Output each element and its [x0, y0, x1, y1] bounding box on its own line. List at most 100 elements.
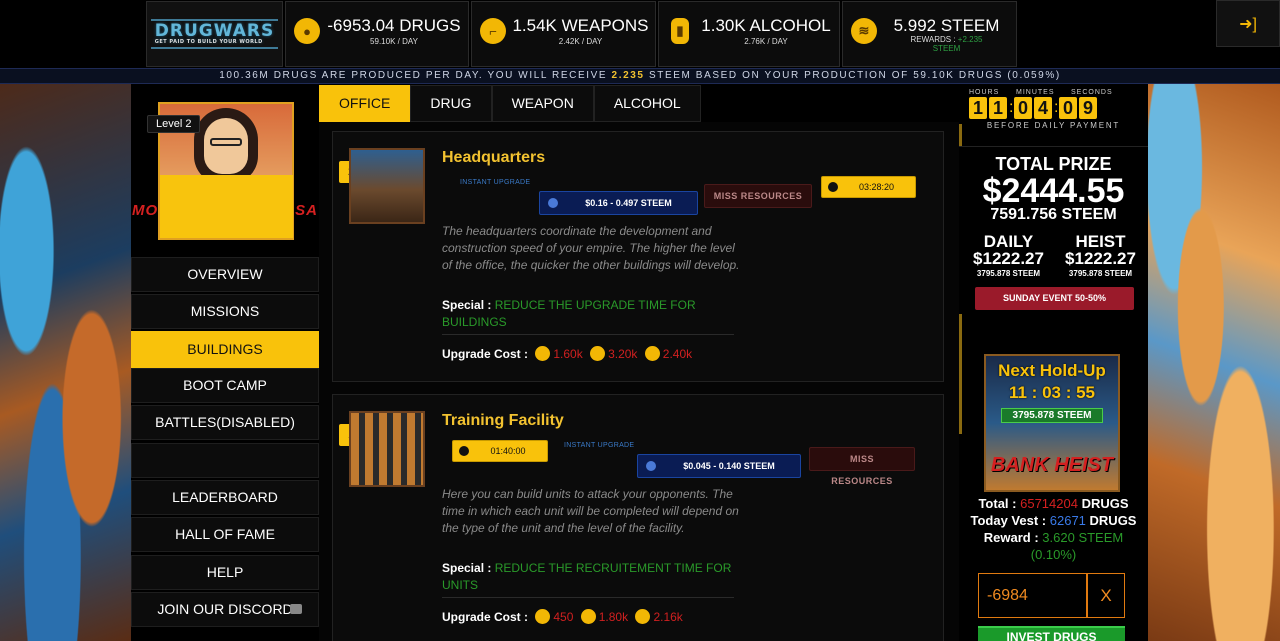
alcohol-icon: ▮ [671, 18, 689, 44]
building-card-training-facility: 1 Training Facility 01:40:00 INSTANT UPG… [332, 394, 944, 641]
alcohol-rate: 2.76K / DAY [744, 37, 788, 46]
divider [442, 597, 734, 598]
buildings-panel: 2 Headquarters INSTANT UPGRADE $0.16 - 0… [319, 122, 959, 641]
cost-weapons: 1.80k [598, 610, 629, 624]
cost-weapons: 3.20k [608, 347, 638, 361]
divider [442, 334, 734, 335]
nav-leaderboard[interactable]: LEADERBOARD [131, 480, 319, 515]
nav-battles[interactable]: BATTLES(DISABLED) [131, 405, 319, 440]
ticker-highlight: 2.235 [611, 70, 645, 81]
building-tabs: OFFICE DRUG WEAPON ALCOHOL [319, 85, 701, 122]
steem-resource: ≋ 5.992 STEEM REWARDS : +2.235 STEEM [842, 1, 1017, 67]
logout-button[interactable]: ➜] [1216, 0, 1280, 47]
invest-amount-input[interactable] [978, 573, 1087, 618]
seconds-label: SECONDS [1071, 89, 1113, 96]
reward-label: Reward : [983, 530, 1039, 545]
instant-upgrade-button[interactable]: $0.045 - 0.140 STEEM [637, 454, 801, 478]
upgrade-timer: 01:40:00 [490, 446, 526, 456]
nav-overview[interactable]: OVERVIEW [131, 257, 319, 292]
building-special: Special : REDUCE THE RECRUITEMENT TIME F… [442, 560, 742, 594]
building-title: Training Facility [442, 412, 564, 429]
nav-help[interactable]: HELP [131, 555, 319, 590]
daily-label: DAILY [983, 232, 1034, 251]
cost-drugs: 1.60k [553, 347, 583, 361]
weapons-amount: 1.54K WEAPONS [512, 16, 649, 35]
cost-drugs: 450 [553, 610, 574, 624]
today-vest-label: Today Vest : [970, 513, 1047, 528]
special-label: Special : [442, 298, 492, 312]
avatar-face [204, 118, 248, 174]
total-label: Total : [978, 496, 1017, 511]
daily-steem: 3795.878 STEEM [976, 269, 1041, 278]
bank-heist-label: BANK HEIST [990, 454, 1114, 476]
reward-value: 3.620 STEEM [1042, 530, 1124, 545]
weapons-icon: ⌐ [480, 18, 506, 44]
holdup-steem: 3795.878 STEEM [1001, 408, 1103, 423]
upgrade-cost: Upgrade Cost : 450 1.80k 2.16k [442, 609, 683, 624]
avatar-glasses [210, 138, 242, 146]
nav-join-discord[interactable]: JOIN OUR DISCORD [131, 592, 319, 627]
sidebar: MO SA Level 2 OVERVIEW MISSIONS BUILDING… [131, 84, 319, 641]
instant-upgrade-label: INSTANT UPGRADE [564, 442, 635, 449]
bank-heist-card[interactable]: Next Hold-Up 11 : 03 : 55 3795.878 STEEM… [984, 354, 1120, 492]
logout-icon: ➜] [1239, 15, 1257, 33]
player-name-left: MO [132, 202, 159, 219]
total-prize-steem: 7591.756 STEEM [990, 206, 1117, 223]
reward-percentage: (0.10%) [959, 546, 1148, 563]
tab-alcohol[interactable]: ALCOHOL [593, 85, 701, 122]
weapons-resource: ⌐ 1.54K WEAPONS 2.42K / DAY [471, 1, 656, 67]
special-label: Special : [442, 561, 492, 575]
miss-resources-button[interactable]: MISS RESOURCES [809, 447, 915, 486]
reward-stat: Reward : 3.620 STEEM [959, 529, 1148, 546]
logo[interactable]: DRUGWARS GET PAID TO BUILD YOUR WORLD [146, 1, 283, 67]
reward-pct: (0.10%) [1030, 547, 1077, 562]
total-prize-box: TOTAL PRIZE $2444.55 7591.756 STEEM DAIL… [959, 146, 1148, 314]
clock-icon [828, 182, 838, 192]
ticker-text-before: 100.36M DRUGS ARE PRODUCED PER DAY. YOU … [219, 70, 608, 81]
production-ticker: 100.36M DRUGS ARE PRODUCED PER DAY. YOU … [0, 68, 1280, 84]
alcohol-icon [644, 346, 660, 361]
drugs-rate: 59.10K / DAY [370, 37, 418, 46]
minutes-digit-1: 0 [1014, 97, 1032, 119]
logo-text: DRUGWARS [154, 21, 275, 41]
steem-rewards: REWARDS : +2.235 STEEM [883, 35, 1010, 53]
rewards-unit: STEEM [932, 44, 961, 53]
nav-blank[interactable] [131, 443, 319, 478]
total-value: 65714204 [1020, 496, 1078, 511]
rewards-label: REWARDS : [910, 35, 956, 44]
steem-icon: ≋ [851, 18, 877, 44]
holdup-countdown: 11 : 03 : 55 [1008, 383, 1095, 402]
instant-upgrade-button[interactable]: $0.16 - 0.497 STEEM [539, 191, 698, 215]
minutes-label: MINUTES [1016, 89, 1055, 96]
building-description: The headquarters coordinate the developm… [442, 224, 740, 272]
drugs-icon [535, 346, 551, 361]
rewards-value: +2.235 [957, 35, 983, 44]
building-card-headquarters: 2 Headquarters INSTANT UPGRADE $0.16 - 0… [332, 131, 944, 382]
drugs-resource: ● -6953.04 DRUGS 59.10K / DAY [285, 1, 469, 67]
right-panel: HOURS MINUTES SECONDS 1 1 : 0 4 : 0 9 BE… [959, 84, 1148, 641]
weapons-icon [580, 609, 596, 624]
training-facility-image [349, 411, 425, 487]
miss-resources-button[interactable]: MISS RESOURCES [704, 184, 812, 208]
upgrade-timer-button[interactable]: 01:40:00 [452, 440, 548, 462]
tab-drug[interactable]: DRUG [410, 85, 492, 122]
tab-weapon[interactable]: WEAPON [491, 85, 594, 122]
nav-hall-of-fame[interactable]: HALL OF FAME [131, 517, 319, 552]
background-art-right [1148, 84, 1280, 641]
building-description: Here you can build units to attack your … [442, 487, 739, 535]
total-unit: DRUGS [1081, 496, 1129, 511]
clear-invest-button[interactable]: X [1087, 573, 1125, 618]
seconds-digit-2: 9 [1079, 97, 1097, 119]
tab-office[interactable]: OFFICE [319, 85, 411, 122]
building-special: Special : REDUCE THE UPGRADE TIME FOR BU… [442, 297, 742, 331]
nav-join-discord-label: JOIN OUR DISCORD [157, 601, 293, 617]
nav-missions[interactable]: MISSIONS [131, 294, 319, 329]
daily-prize: DAILY $1222.27 3795.878 STEEM [961, 233, 1056, 281]
countdown-timer: 1 1 : 0 4 : 0 9 [969, 97, 1097, 119]
upgrade-timer-button[interactable]: 03:28:20 [821, 176, 916, 198]
nav-buildings[interactable]: BUILDINGS [131, 331, 319, 368]
today-vest-value: 62671 [1049, 513, 1086, 528]
heist-steem: 3795.878 STEEM [1068, 269, 1133, 278]
nav-boot-camp[interactable]: BOOT CAMP [131, 368, 319, 403]
invest-drugs-button[interactable]: INVEST DRUGS [978, 626, 1125, 641]
